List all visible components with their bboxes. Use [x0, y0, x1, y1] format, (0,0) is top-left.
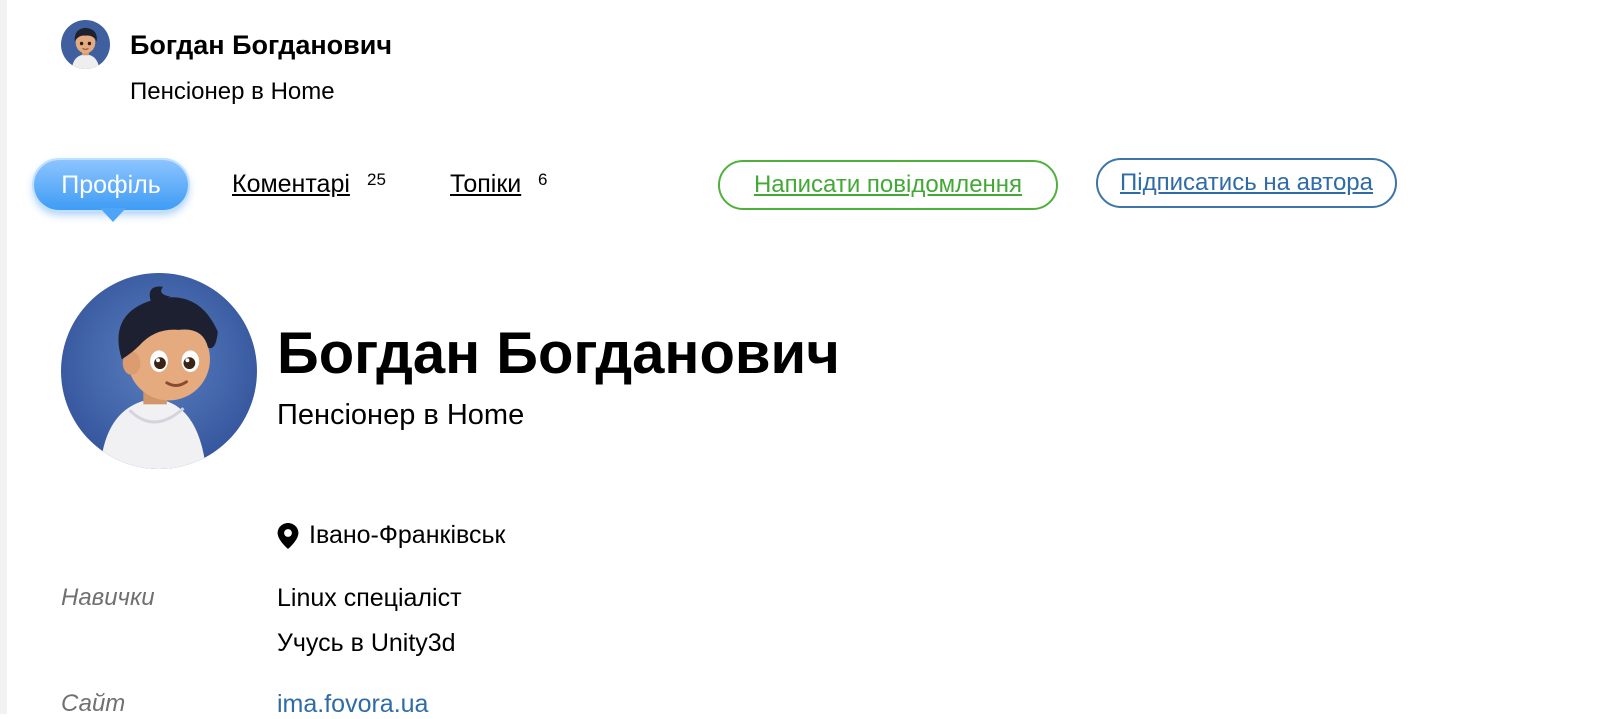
skills-label: Навички	[61, 584, 155, 611]
tab-comments[interactable]: Коментарі	[232, 170, 350, 199]
page-left-edge	[0, 0, 7, 714]
tab-topics[interactable]: Топіки	[450, 170, 521, 199]
site-link[interactable]: ima.fovora.ua	[277, 690, 428, 719]
header-user-name[interactable]: Богдан Богданович	[130, 30, 392, 61]
profile-role: Пенсіонер в Home	[277, 399, 525, 431]
profile-name: Богдан Богданович	[277, 321, 840, 386]
profile-avatar	[61, 273, 257, 469]
skill-item: Linux спеціаліст	[277, 584, 462, 612]
location: Івано-Франківськ	[277, 521, 505, 550]
header-user-role: Пенсіонер в Home	[130, 78, 335, 105]
skill-item: Учусь в Unity3d	[277, 629, 456, 657]
location-text: Івано-Франківськ	[309, 521, 506, 549]
map-pin-icon	[277, 522, 299, 549]
comments-count-badge: 25	[367, 170, 386, 189]
topics-count-badge: 6	[538, 170, 548, 189]
write-message-button[interactable]: Написати повідомлення	[718, 160, 1058, 210]
tab-profile[interactable]: Профіль	[34, 160, 188, 222]
header-avatar[interactable]	[61, 20, 110, 69]
subscribe-author-button[interactable]: Підписатись на автора	[1096, 158, 1397, 208]
